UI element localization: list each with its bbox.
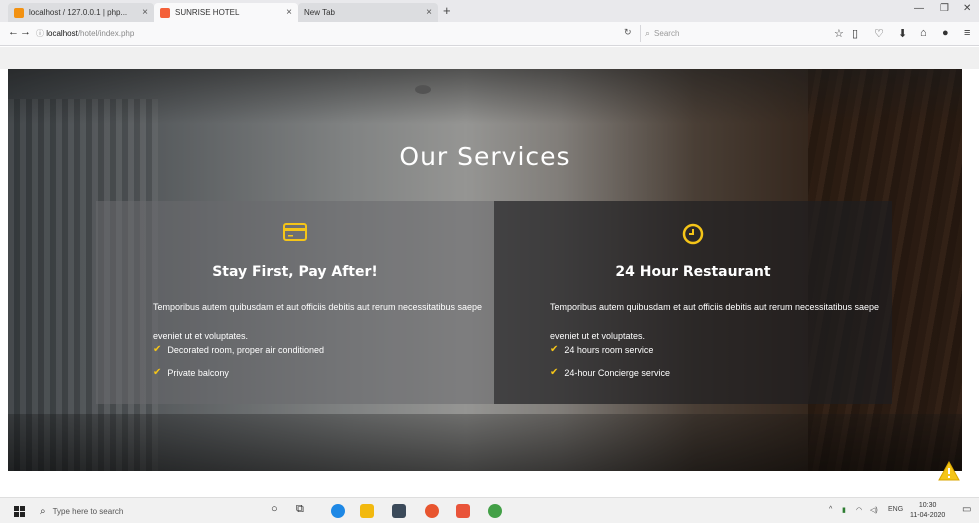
tab-title: New Tab: [304, 8, 335, 17]
feature-label: 24-hour Concierge service: [564, 367, 670, 378]
check-icon: ✔: [153, 344, 162, 355]
tab-title: SUNRISE HOTEL: [175, 8, 240, 17]
service-description: Temporibus autem quibusdam et aut offici…: [153, 302, 483, 341]
menu-icon[interactable]: ≡: [964, 27, 970, 39]
service-card-pay-after: Stay First, Pay After! Temporibus autem …: [96, 201, 494, 404]
feature-label: Private balcony: [167, 367, 229, 378]
service-feature: ✔ Private balcony: [153, 367, 229, 378]
library-icon[interactable]: ▯: [852, 27, 858, 40]
clock-icon: [494, 223, 892, 245]
bookmark-star-icon[interactable]: ☆: [834, 27, 844, 40]
volume-icon[interactable]: ◁): [870, 506, 878, 514]
taskbar-search-placeholder: Type here to search: [52, 507, 124, 516]
service-feature: ✔ 24 hours room service: [550, 344, 653, 355]
file-explorer-icon[interactable]: [360, 504, 374, 518]
close-tab-icon[interactable]: ×: [142, 7, 148, 18]
browser-nav-bar: ← → ⓘ localhost/hotel/index.php ↻ ⌕ Sear…: [0, 22, 979, 46]
firefox-icon[interactable]: [425, 504, 439, 518]
notification-icon[interactable]: ▭: [962, 504, 971, 515]
close-tab-icon[interactable]: ×: [426, 7, 432, 18]
url-bar[interactable]: ⓘ localhost/hotel/index.php: [36, 28, 134, 39]
service-title: Stay First, Pay After!: [212, 264, 378, 280]
home-icon[interactable]: ⌂: [920, 27, 927, 39]
url-path: /hotel/index.php: [77, 29, 135, 38]
section-heading: Our Services: [399, 142, 571, 171]
tab-new-tab[interactable]: New Tab ×: [298, 3, 438, 22]
wifi-icon[interactable]: ◠: [856, 506, 862, 514]
tab-title: localhost / 127.0.0.1 | php...: [29, 8, 128, 17]
language-indicator[interactable]: ENG: [888, 506, 903, 513]
page-top-band: [0, 47, 979, 69]
feature-label: Decorated room, proper air conditioned: [167, 344, 324, 355]
close-window-icon[interactable]: ✕: [963, 3, 971, 14]
check-icon: ✔: [550, 344, 559, 355]
search-icon: ⌕: [40, 506, 46, 517]
url-host: localhost: [46, 29, 78, 38]
windows-taskbar: ⌕ Type here to search ○ ⧉ ^ ▮ ◠ ◁) ENG 1…: [0, 497, 979, 523]
check-icon: ✔: [550, 367, 559, 378]
windows-start-icon[interactable]: [14, 506, 25, 517]
service-description: Temporibus autem quibusdam et aut offici…: [550, 302, 880, 341]
pocket-icon[interactable]: ♡: [874, 27, 884, 40]
services-section: Our Services Stay First, Pay After! Temp…: [8, 69, 962, 471]
back-icon[interactable]: ←: [8, 26, 19, 38]
chat-icon[interactable]: ●: [942, 27, 949, 39]
hotel-favicon-icon: [160, 7, 170, 18]
browser-tab-strip: localhost / 127.0.0.1 | php... × SUNRISE…: [0, 0, 979, 22]
task-view-icon[interactable]: ⧉: [296, 503, 304, 516]
restore-icon[interactable]: ❐: [940, 3, 949, 14]
edge-icon[interactable]: [331, 504, 345, 518]
chrome-icon[interactable]: [488, 504, 502, 518]
download-icon[interactable]: ⬇: [898, 27, 907, 40]
reload-icon[interactable]: ↻: [624, 27, 632, 38]
feature-label: 24 hours room service: [564, 344, 654, 355]
close-tab-icon[interactable]: ×: [286, 7, 292, 18]
tab-sunrise-hotel[interactable]: SUNRISE HOTEL ×: [154, 3, 298, 22]
credit-card-icon: [96, 223, 494, 241]
warning-icon[interactable]: [938, 460, 960, 486]
search-icon: ⌕: [645, 28, 651, 38]
minimize-icon[interactable]: —: [914, 3, 924, 14]
site-info-icon: ⓘ: [36, 29, 47, 38]
battery-icon[interactable]: ▮: [842, 506, 846, 514]
search-placeholder: Search: [654, 29, 680, 38]
chevron-up-icon[interactable]: ^: [829, 506, 832, 513]
browser-search-input[interactable]: ⌕ Search: [640, 25, 815, 42]
service-feature: ✔ Decorated room, proper air conditioned: [153, 344, 324, 355]
cortana-icon[interactable]: ○: [271, 503, 278, 515]
tab-phpmyadmin[interactable]: localhost / 127.0.0.1 | php... ×: [8, 3, 154, 22]
forward-icon[interactable]: →: [20, 26, 31, 38]
service-card-restaurant: 24 Hour Restaurant Temporibus autem quib…: [494, 201, 892, 404]
service-title: 24 Hour Restaurant: [615, 264, 771, 280]
check-icon: ✔: [153, 367, 162, 378]
new-tab-icon[interactable]: +: [443, 3, 451, 18]
clock-time: 10:30: [918, 502, 937, 509]
system-clock[interactable]: 10:30 11-04-2020: [910, 501, 945, 521]
service-feature: ✔ 24-hour Concierge service: [550, 367, 670, 378]
store-icon[interactable]: [392, 504, 406, 518]
xampp-icon[interactable]: [456, 504, 470, 518]
phpmyadmin-icon: [14, 7, 24, 18]
clock-date: 11-04-2020: [910, 512, 946, 519]
taskbar-search-input[interactable]: ⌕ Type here to search: [40, 503, 255, 520]
